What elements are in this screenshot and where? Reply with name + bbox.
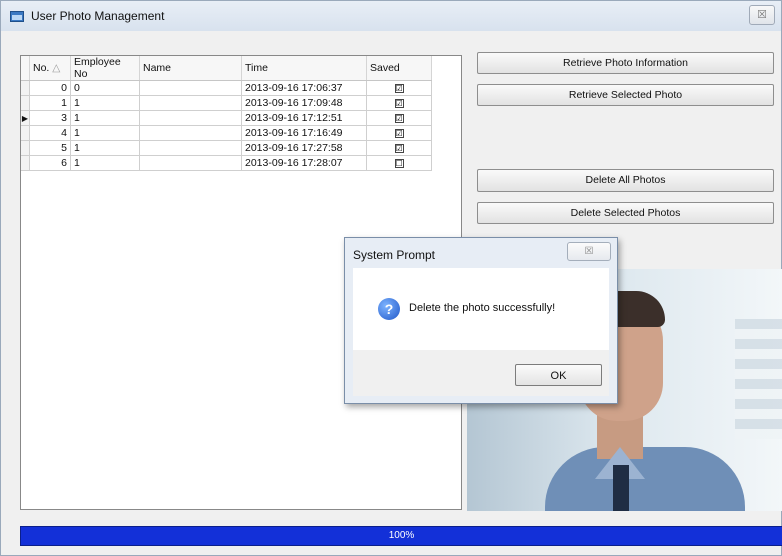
retrieve-selected-photo-button[interactable]: Retrieve Selected Photo — [477, 84, 774, 106]
delete-all-photos-button[interactable]: Delete All Photos — [477, 169, 774, 192]
cell-no: 0 — [29, 80, 71, 96]
ok-button[interactable]: OK — [515, 364, 602, 386]
table-row[interactable]: 5 1 2013-09-16 17:27:58 ☑ — [21, 140, 432, 156]
cell-time: 2013-09-16 17:16:49 — [241, 125, 367, 141]
row-selector-current-icon: ▶ — [21, 110, 30, 126]
cell-time: 2013-09-16 17:06:37 — [241, 80, 367, 96]
row-selector — [21, 140, 30, 156]
saved-checkbox[interactable]: ☑ — [394, 129, 404, 138]
table-row[interactable]: 1 1 2013-09-16 17:09:48 ☑ — [21, 95, 432, 111]
cell-employee-no: 1 — [70, 125, 140, 141]
cell-no: 4 — [29, 125, 71, 141]
table-row[interactable]: 0 0 2013-09-16 17:06:37 ☑ — [21, 80, 432, 96]
column-header-employee-no[interactable]: Employee No — [70, 56, 140, 81]
cell-time: 2013-09-16 17:28:07 — [241, 155, 367, 171]
cell-employee-no: 0 — [70, 80, 140, 96]
column-header-no[interactable]: No. △ — [29, 56, 71, 81]
cell-time: 2013-09-16 17:27:58 — [241, 140, 367, 156]
cell-saved: ☑ — [366, 125, 432, 141]
cell-saved: ☑ — [366, 95, 432, 111]
system-prompt-dialog: System Prompt ☒ ? Delete the photo succe… — [344, 237, 618, 404]
close-button[interactable]: ☒ — [749, 5, 775, 25]
retrieve-photo-information-button[interactable]: Retrieve Photo Information — [477, 52, 774, 74]
cell-saved: ☐ — [366, 155, 432, 171]
row-selector — [21, 155, 30, 171]
cell-saved: ☑ — [366, 110, 432, 126]
saved-checkbox[interactable]: ☑ — [394, 114, 404, 123]
column-header-saved[interactable]: Saved — [366, 56, 432, 81]
column-header-name[interactable]: Name — [139, 56, 242, 81]
cell-no: 6 — [29, 155, 71, 171]
cell-employee-no: 1 — [70, 140, 140, 156]
app-icon — [10, 11, 24, 22]
cell-employee-no: 1 — [70, 155, 140, 171]
row-selector — [21, 125, 30, 141]
dialog-close-button[interactable]: ☒ — [567, 242, 611, 261]
cell-name — [139, 155, 242, 171]
photo-background-shelf — [735, 319, 782, 439]
saved-checkbox[interactable]: ☑ — [394, 144, 404, 153]
title-bar: User Photo Management ☒ — [1, 1, 781, 31]
grid-header-row: No. △ Employee No Name Time Saved — [21, 56, 432, 81]
cell-name — [139, 80, 242, 96]
dialog-title: System Prompt — [353, 248, 436, 262]
photo-shirt — [545, 447, 745, 511]
row-selector-header — [21, 56, 30, 81]
cell-name — [139, 125, 242, 141]
table-row[interactable]: 6 1 2013-09-16 17:28:07 ☐ — [21, 155, 432, 171]
cell-no: 5 — [29, 140, 71, 156]
window-title: User Photo Management — [31, 9, 165, 23]
photo-table: No. △ Employee No Name Time Saved 0 0 20… — [21, 56, 432, 171]
progress-label: 100% — [388, 530, 415, 541]
row-selector — [21, 95, 30, 111]
cell-name — [139, 95, 242, 111]
cell-name — [139, 110, 242, 126]
cell-time: 2013-09-16 17:12:51 — [241, 110, 367, 126]
question-icon: ? — [378, 298, 400, 320]
table-row[interactable]: 4 1 2013-09-16 17:16:49 ☑ — [21, 125, 432, 141]
photo-tie — [613, 465, 629, 511]
column-label: No. — [33, 62, 50, 74]
cell-time: 2013-09-16 17:09:48 — [241, 95, 367, 111]
saved-checkbox[interactable]: ☑ — [394, 99, 404, 108]
sort-indicator-icon: △ — [52, 62, 61, 74]
saved-checkbox[interactable]: ☐ — [394, 159, 404, 168]
cell-employee-no: 1 — [70, 95, 140, 111]
cell-employee-no: 1 — [70, 110, 140, 126]
row-selector — [21, 80, 30, 96]
cell-saved: ☑ — [366, 80, 432, 96]
cell-name — [139, 140, 242, 156]
table-row[interactable]: ▶ 3 1 2013-09-16 17:12:51 ☑ — [21, 110, 432, 126]
delete-selected-photos-button[interactable]: Delete Selected Photos — [477, 202, 774, 224]
progress-bar: 100% — [20, 526, 782, 546]
cell-saved: ☑ — [366, 140, 432, 156]
dialog-body: ? Delete the photo successfully! — [353, 268, 609, 350]
saved-checkbox[interactable]: ☑ — [394, 84, 404, 93]
cell-no: 1 — [29, 95, 71, 111]
cell-no: 3 — [29, 110, 71, 126]
dialog-message: Delete the photo successfully! — [409, 302, 556, 314]
column-header-time[interactable]: Time — [241, 56, 367, 81]
